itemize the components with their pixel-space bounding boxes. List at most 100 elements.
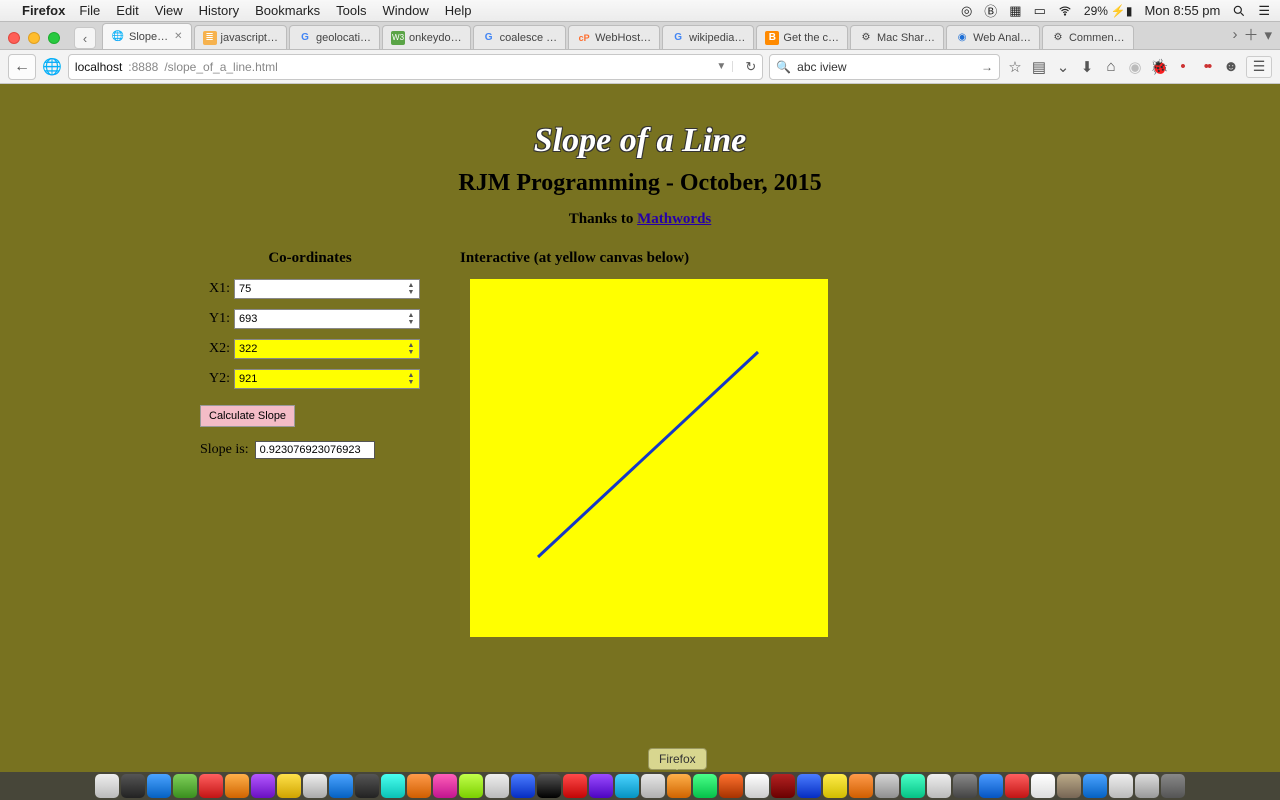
url-bar[interactable]: localhost:8888/slope_of_a_line.html ▼ ↻: [68, 54, 763, 80]
dock-app-icon[interactable]: [251, 774, 275, 798]
tab-history-back[interactable]: ‹: [74, 27, 96, 49]
tab[interactable]: cPWebHost…: [568, 25, 660, 49]
menu-bookmarks[interactable]: Bookmarks: [255, 3, 320, 18]
stepper-icon[interactable]: ▲▼: [405, 371, 417, 387]
x2-input[interactable]: 322▲▼: [234, 339, 420, 359]
close-icon[interactable]: ✕: [174, 31, 182, 42]
dock-app-icon[interactable]: [121, 774, 145, 798]
y1-input[interactable]: 693▲▼: [234, 309, 420, 329]
dock-app-icon[interactable]: [563, 774, 587, 798]
x1-input[interactable]: 75▲▼: [234, 279, 420, 299]
dock-app-icon[interactable]: [355, 774, 379, 798]
pocket-icon[interactable]: ⌄: [1054, 58, 1072, 76]
window-minimize-icon[interactable]: [28, 32, 40, 44]
dock-app-icon[interactable]: [1057, 774, 1081, 798]
dock-app-icon[interactable]: [667, 774, 691, 798]
clock[interactable]: Mon 8:55 pm: [1144, 3, 1220, 18]
tab[interactable]: BGet the c…: [756, 25, 848, 49]
dock-app-icon[interactable]: [1031, 774, 1055, 798]
dock-app-icon[interactable]: [745, 774, 769, 798]
dock-app-icon[interactable]: [1005, 774, 1029, 798]
dock-app-icon[interactable]: [199, 774, 223, 798]
bookmark-star-icon[interactable]: ☆: [1006, 58, 1024, 76]
dock-app-icon[interactable]: [381, 774, 405, 798]
calculate-slope-button[interactable]: Calculate Slope: [200, 405, 295, 427]
downloads-icon[interactable]: ⬇: [1078, 58, 1096, 76]
dock-app-icon[interactable]: [953, 774, 977, 798]
status-icon[interactable]: ▦: [1009, 3, 1021, 19]
dock-app-icon[interactable]: [277, 774, 301, 798]
trash-icon[interactable]: [1161, 774, 1185, 798]
tab[interactable]: ⚙Commen…: [1042, 25, 1134, 49]
dock-app-icon[interactable]: [407, 774, 431, 798]
status-icon[interactable]: Ⓑ: [984, 1, 997, 20]
dock-app-icon[interactable]: [1109, 774, 1133, 798]
new-tab-icon[interactable]: ＋: [1243, 24, 1258, 45]
dock-app-icon[interactable]: [173, 774, 197, 798]
dock-app-icon[interactable]: [797, 774, 821, 798]
tab[interactable]: W3onkeydo…: [382, 25, 471, 49]
notification-center-icon[interactable]: ☰: [1258, 3, 1270, 19]
site-identity-icon[interactable]: 🌐: [42, 57, 62, 77]
menu-history[interactable]: History: [199, 3, 239, 18]
dock-app-icon[interactable]: [329, 774, 353, 798]
dock-app-icon[interactable]: [1083, 774, 1107, 798]
dock-app-icon[interactable]: [693, 774, 717, 798]
dock-app-icon[interactable]: [1135, 774, 1159, 798]
tab[interactable]: Gwikipedia…: [662, 25, 754, 49]
dock-app-icon[interactable]: [485, 774, 509, 798]
tab[interactable]: ◉Web Anal…: [946, 25, 1040, 49]
drawing-canvas[interactable]: [470, 279, 828, 637]
spotlight-icon[interactable]: [1232, 4, 1246, 18]
wifi-icon[interactable]: [1058, 4, 1072, 18]
hamburger-menu-icon[interactable]: ☰: [1246, 56, 1272, 78]
dock-app-icon[interactable]: [225, 774, 249, 798]
dock-app-icon[interactable]: [303, 774, 327, 798]
dock-app-icon[interactable]: [771, 774, 795, 798]
dock-app-icon[interactable]: [615, 774, 639, 798]
reader-icon[interactable]: ▤: [1030, 58, 1048, 76]
menu-window[interactable]: Window: [383, 3, 429, 18]
tab[interactable]: Gcoalesce …: [473, 25, 566, 49]
dock-app-icon[interactable]: [979, 774, 1003, 798]
tab-active[interactable]: 🌐 Slope… ✕: [102, 23, 192, 49]
display-icon[interactable]: ▭: [1034, 3, 1046, 19]
menu-tools[interactable]: Tools: [336, 3, 366, 18]
addon-icon[interactable]: ☻: [1222, 58, 1240, 75]
dock-app-icon[interactable]: [433, 774, 457, 798]
app-name[interactable]: Firefox: [22, 3, 65, 18]
addon-icon[interactable]: •: [1174, 58, 1192, 75]
dock-app-icon[interactable]: [589, 774, 613, 798]
dock-app-icon[interactable]: [147, 774, 171, 798]
dock-app-icon[interactable]: [823, 774, 847, 798]
finder-icon[interactable]: [95, 774, 119, 798]
dock-app-icon[interactable]: [537, 774, 561, 798]
search-bar[interactable]: 🔍 abc iview →: [769, 54, 1000, 80]
dock-app-icon[interactable]: [641, 774, 665, 798]
menu-view[interactable]: View: [155, 3, 183, 18]
tab[interactable]: ≣javascript…: [194, 25, 287, 49]
home-icon[interactable]: ⌂: [1102, 58, 1120, 75]
window-close-icon[interactable]: [8, 32, 20, 44]
addon-icon[interactable]: 🐞: [1150, 58, 1168, 76]
menu-file[interactable]: File: [79, 3, 100, 18]
firefox-icon[interactable]: [719, 774, 743, 798]
menu-help[interactable]: Help: [445, 3, 472, 18]
dock-app-icon[interactable]: [901, 774, 925, 798]
dock-app-icon[interactable]: [459, 774, 483, 798]
tab[interactable]: Ggeolocati…: [289, 25, 380, 49]
dock-app-icon[interactable]: [875, 774, 899, 798]
menu-edit[interactable]: Edit: [116, 3, 138, 18]
url-dropdown-icon[interactable]: ▼: [710, 61, 733, 72]
y2-input[interactable]: 921▲▼: [234, 369, 420, 389]
stepper-icon[interactable]: ▲▼: [405, 341, 417, 357]
dock-app-icon[interactable]: [927, 774, 951, 798]
dock-app-icon[interactable]: [511, 774, 535, 798]
status-icon[interactable]: ◎: [961, 3, 972, 19]
tab-menu-icon[interactable]: ▾: [1264, 26, 1272, 44]
stepper-icon[interactable]: ▲▼: [405, 311, 417, 327]
tab-overflow-icon[interactable]: ›: [1232, 26, 1237, 43]
tab[interactable]: ⚙Mac Shar…: [850, 25, 944, 49]
dock-app-icon[interactable]: [849, 774, 873, 798]
search-go-icon[interactable]: →: [981, 60, 993, 74]
